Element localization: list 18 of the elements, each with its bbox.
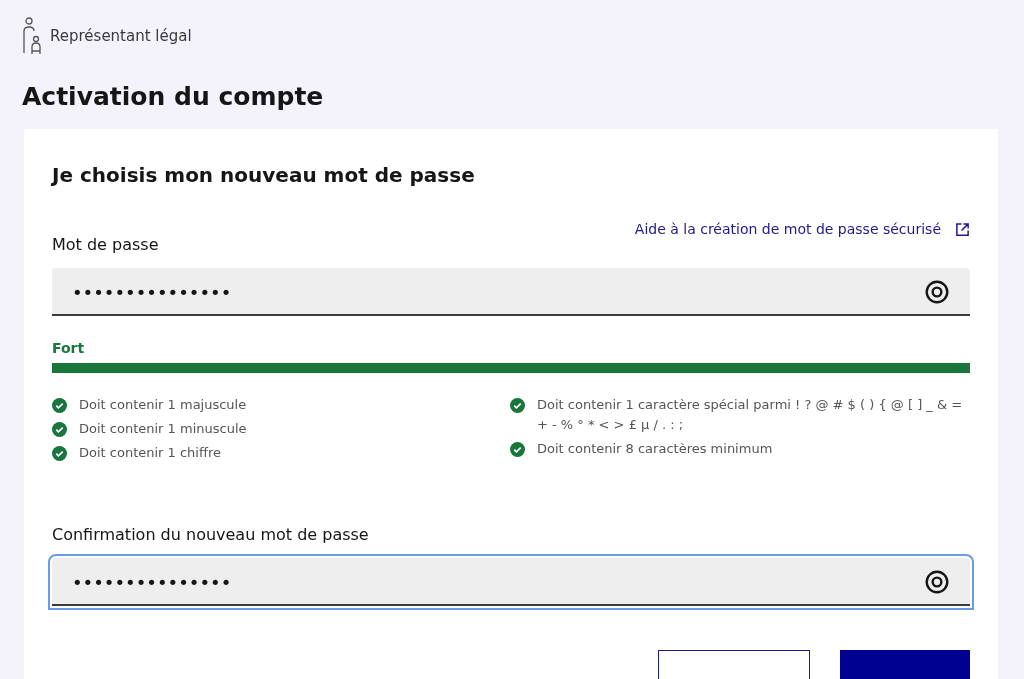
eye-icon[interactable]: [924, 569, 950, 595]
eye-icon[interactable]: [924, 279, 950, 305]
card-heading: Je choisis mon nouveau mot de passe: [52, 163, 476, 187]
field-label: Confirmation du nouveau mot de passe: [52, 525, 370, 544]
strength-label: Fort: [52, 340, 85, 356]
secondary-button[interactable]: [658, 650, 810, 679]
help-link[interactable]: Aide à la création de mot de passe sécurisé: [634, 221, 970, 237]
rule-text: Doit contenir 8 caractères minimum: [537, 440, 773, 458]
external-link-icon: [955, 221, 970, 237]
rule-text: Doit contenir 1 caractère spécial parmi ! ? @ # $ ( ) { @ [ ] _ & = + - % ° * < > £ µ / . : ;: [537, 396, 964, 434]
password-field[interactable]: •••••••••••••••: [52, 268, 970, 316]
rule-text: Doit contenir 1 majuscule: [79, 396, 247, 414]
page-title: Activation du compte: [22, 82, 325, 111]
role-label: Représentant légal: [50, 27, 192, 45]
field-label: Mot de passe: [52, 235, 160, 254]
rule-text: Doit contenir 1 minuscule: [79, 420, 247, 438]
rule-text: Doit contenir 1 chiffre: [79, 444, 221, 462]
parent-child-icon: [22, 17, 42, 55]
